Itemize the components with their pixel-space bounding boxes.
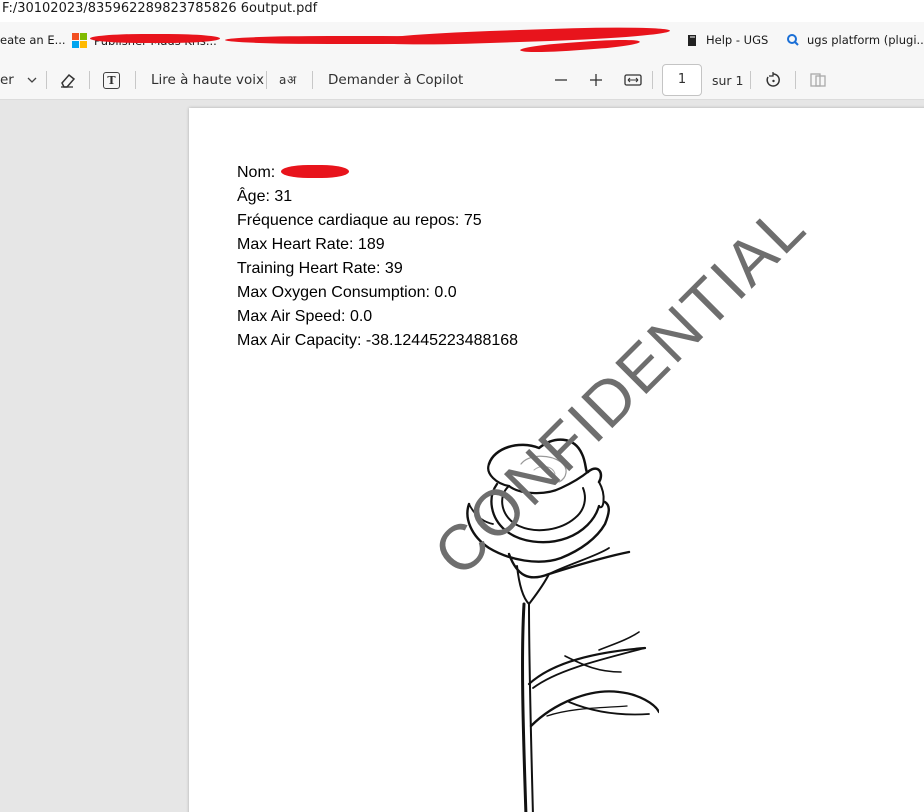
ask-copilot-button[interactable]: Demander à Copilot (328, 60, 463, 100)
text-line: Âge: 31 (237, 188, 293, 205)
pdf-toolbar: er T Lire à haute voix aअ Demander à Cop… (0, 60, 924, 100)
document-viewer[interactable]: Nom: Âge: 31 Fréquence cardiaque au repo… (0, 100, 924, 812)
name-line: Nom: (237, 162, 518, 186)
minus-icon (555, 79, 567, 81)
fit-width-button[interactable] (624, 60, 642, 100)
bookmark-label: ugs platform (plugi... (807, 33, 924, 47)
eraser-icon (61, 73, 76, 88)
bookmark-label: Help - UGS (706, 33, 769, 47)
plus-icon (590, 74, 602, 86)
address-bar[interactable]: F:/30102023/835962289823785826 6output.p… (0, 0, 924, 22)
chevron-down-icon (27, 77, 37, 83)
pdf-page: Nom: Âge: 31 Fréquence cardiaque au repo… (189, 108, 924, 812)
read-aloud-label: Lire à haute voix (151, 72, 264, 88)
draw-button[interactable]: er (0, 60, 14, 100)
svg-text:a: a (279, 73, 286, 87)
translate-icon: aअ (279, 73, 297, 87)
rotate-icon (766, 72, 780, 87)
name-label: Nom: (237, 164, 276, 181)
draw-options-button[interactable] (26, 60, 38, 100)
rotate-button[interactable] (764, 60, 782, 100)
bookmarks-bar: eate an E... Publisher Mads Kris... Help… (0, 22, 924, 60)
text-line: Max Oxygen Consumption: 0.0 (237, 284, 457, 301)
svg-text:अ: अ (287, 73, 297, 87)
copilot-label: Demander à Copilot (328, 72, 464, 88)
zoom-in-button[interactable] (589, 60, 603, 100)
page-view-button[interactable] (809, 60, 827, 100)
eraser-button[interactable] (58, 60, 76, 100)
text-line: Max Air Capacity: -38.12445223488168 (237, 332, 519, 349)
zoom-out-button[interactable] (554, 60, 568, 100)
redaction-mark (281, 165, 350, 178)
fit-width-icon (624, 74, 642, 86)
page-view-icon (810, 73, 826, 87)
microsoft-logo-icon (72, 33, 87, 48)
add-text-button[interactable]: T (103, 60, 120, 100)
redaction-mark (90, 34, 220, 43)
text-box-icon: T (103, 71, 120, 89)
text-line: Max Air Speed: 0.0 (237, 308, 373, 325)
draw-label: er (0, 72, 14, 88)
page-total-label: sur 1 (712, 72, 744, 88)
bookmark-item[interactable]: ugs platform (plugi... (786, 33, 924, 47)
bookmark-item[interactable]: Help - UGS (686, 33, 768, 47)
document-text: Nom: Âge: 31 Fréquence cardiaque au repo… (237, 162, 518, 354)
page-total: sur 1 (712, 60, 744, 100)
text-line: Max Heart Rate: 189 (237, 236, 385, 253)
page-number-input[interactable]: 1 (662, 64, 702, 96)
translate-button[interactable]: aअ (279, 60, 299, 100)
read-aloud-button[interactable]: Lire à haute voix (151, 60, 264, 100)
book-icon (688, 34, 696, 46)
text-line: Fréquence cardiaque au repos: 75 (237, 212, 482, 229)
page-number-value: 1 (677, 72, 687, 87)
search-icon (787, 34, 799, 46)
bookmark-item[interactable]: eate an E... (0, 33, 66, 47)
bookmark-label: eate an E... (0, 33, 66, 47)
address-path: F:/30102023/835962289823785826 6output.p… (2, 1, 318, 16)
text-line: Training Heart Rate: 39 (237, 260, 403, 277)
